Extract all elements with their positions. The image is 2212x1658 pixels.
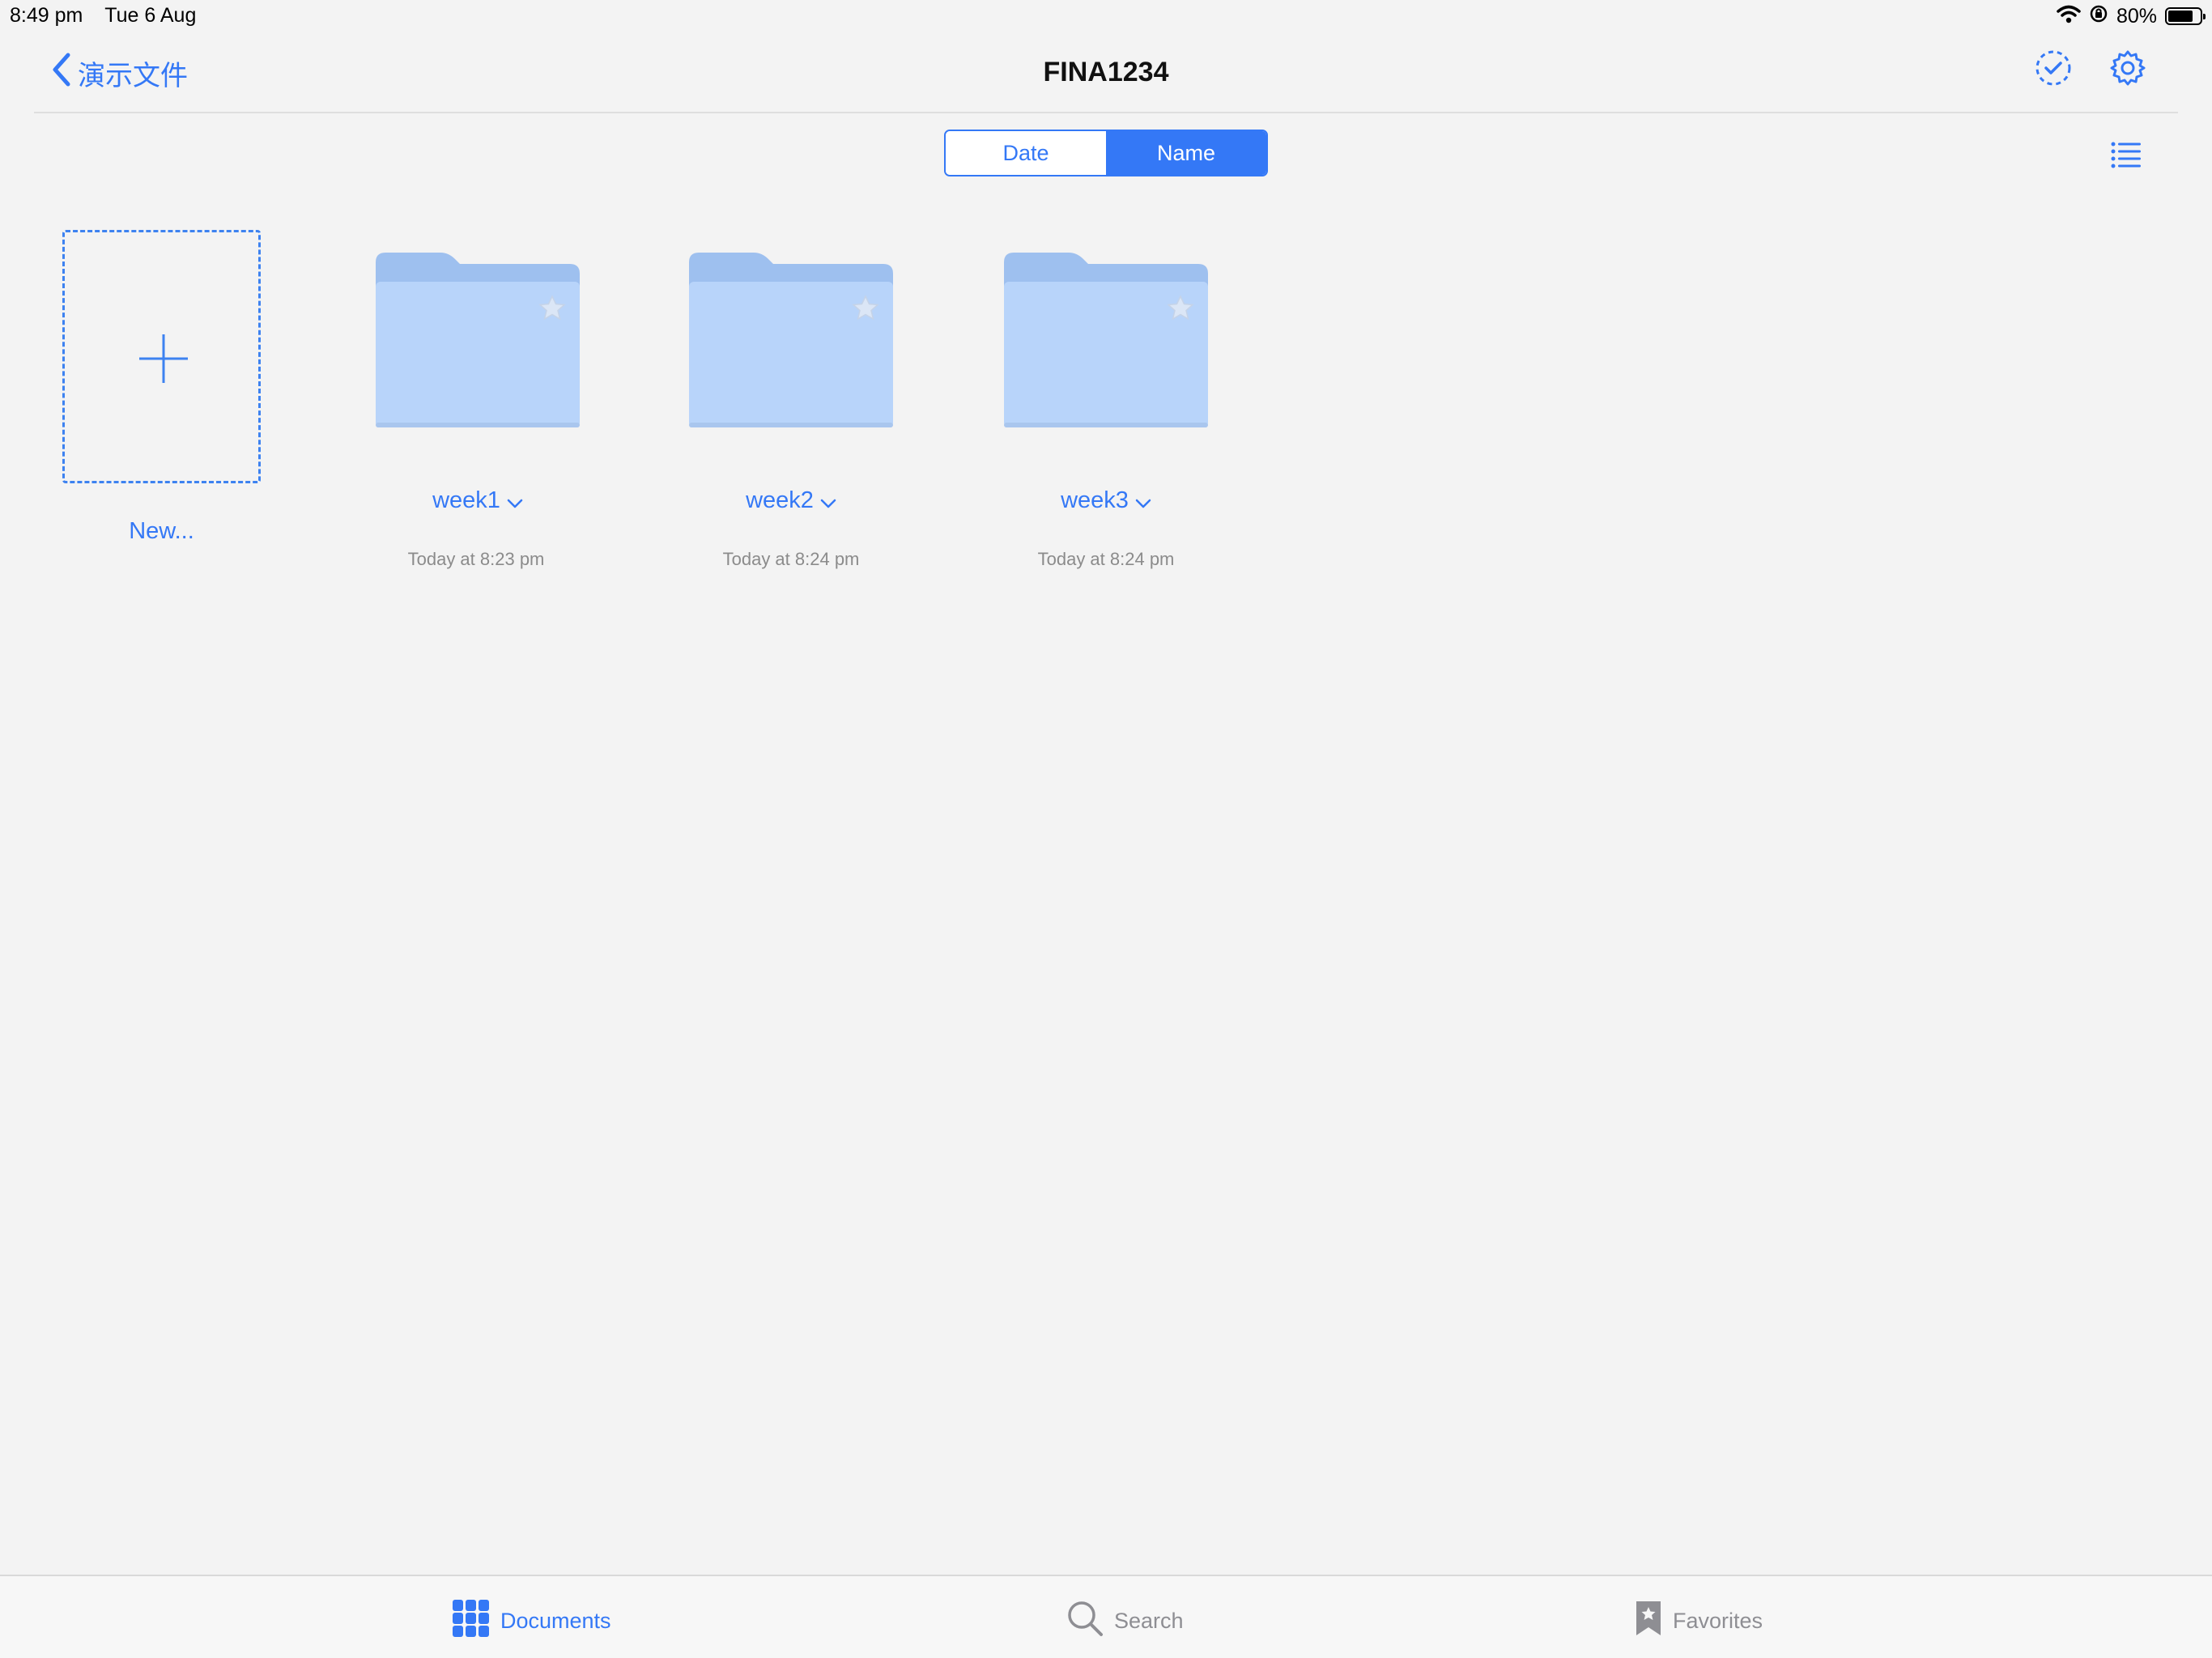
documents-grid-icon [452,1599,491,1643]
app-window: 8:49 pm Tue 6 Aug 80% 演示文件 FINA1234 Date… [0,0,2212,1658]
battery-percent: 80% [2116,4,2157,28]
list-view-icon[interactable] [2110,138,2142,170]
tab-search[interactable]: Search [1066,1599,1184,1643]
folder-name-label: week3 [1061,487,1129,513]
new-document-label[interactable]: New... [62,518,261,545]
status-bar: 8:49 pm Tue 6 Aug 80% [0,0,2212,32]
tab-favorites[interactable]: Favorites [1634,1599,1763,1643]
folder-icon-week1[interactable] [376,253,580,429]
plus-icon [139,334,188,383]
wifi-icon [2057,4,2081,29]
tab-documents[interactable]: Documents [452,1599,611,1643]
select-icon[interactable] [2034,49,2073,87]
status-time-date: 8:49 pm Tue 6 Aug [10,4,196,28]
tab-favorites-label: Favorites [1673,1609,1763,1633]
folder-icon-week2[interactable] [689,253,893,429]
orientation-lock-icon [2089,4,2108,29]
status-indicators: 80% [2057,4,2206,29]
tab-documents-label: Documents [500,1609,611,1633]
sort-by-name-button[interactable]: Name [1106,131,1266,175]
favorites-bookmark-icon [1634,1599,1663,1643]
folder-date-week1: Today at 8:23 pm [407,549,545,569]
folder-name-week3[interactable]: week3 [968,487,1244,515]
chevron-down-icon [1135,488,1151,515]
folder-date-week3: Today at 8:24 pm [1037,549,1175,569]
new-document-button[interactable] [62,230,261,483]
battery-level [2168,11,2193,22]
search-icon [1066,1599,1104,1643]
back-button-label: 演示文件 [78,61,188,91]
folder-date-week2: Today at 8:24 pm [722,549,860,569]
sort-by-date-button[interactable]: Date [946,131,1106,175]
back-button[interactable]: 演示文件 [50,52,188,95]
tab-search-label: Search [1114,1609,1184,1633]
tab-bar: Documents Search Favorites [0,1575,2212,1658]
folder-name-week1[interactable]: week1 [340,487,615,515]
chevron-down-icon [820,488,836,515]
status-time: 8:49 pm [10,4,83,27]
chevron-down-icon [507,488,523,515]
folder-icon-week3[interactable] [1004,253,1208,429]
battery-icon [2165,7,2206,25]
folder-name-label: week2 [746,487,814,513]
status-date: Tue 6 Aug [104,4,197,27]
sort-segmented-control: Date Name [944,130,1268,176]
chevron-left-icon [50,52,73,95]
folder-name-label: week1 [432,487,500,513]
settings-icon[interactable] [2108,49,2147,87]
page-title: FINA1234 [1043,57,1169,87]
folder-name-week2[interactable]: week2 [653,487,929,515]
navigation-bar: 演示文件 FINA1234 [34,32,2178,113]
